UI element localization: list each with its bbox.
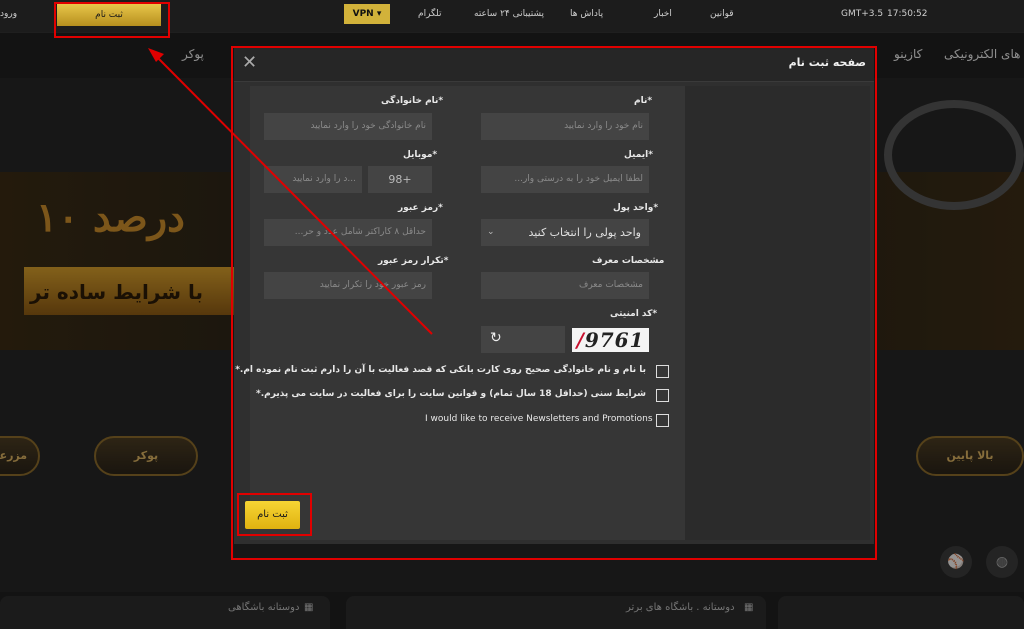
captcha-image: /9761 — [572, 328, 649, 352]
checkbox-age-rules-label: شرایط سنی (حداقل 18 سال تمام) و قوانین س… — [256, 389, 646, 399]
clock: 17:50:52 — [887, 9, 928, 19]
confirm-password-label: تکرار رمز عبور* — [378, 256, 449, 266]
currency-label: واحد پول* — [613, 203, 659, 213]
password-label: رمز عبور* — [398, 203, 443, 213]
confirm-password-input[interactable]: رمز عبور خود را تکرار نمایید — [264, 272, 432, 299]
email-input[interactable]: لطفا ایمیل خود را به درستی وار... — [481, 166, 649, 193]
support-link[interactable]: پشتیبانی ۲۴ ساعته — [474, 9, 544, 19]
first-name-label: نام* — [634, 96, 653, 106]
rules-link[interactable]: قوانین — [710, 9, 734, 19]
telegram-link[interactable]: تلگرام — [418, 9, 442, 19]
modal-title: صفحه ثبت نام — [788, 56, 866, 69]
mobile-label: موبایل* — [403, 150, 438, 160]
referrer-input[interactable]: مشخصات معرف — [481, 272, 649, 299]
register-button-top[interactable]: ثبت نام — [57, 4, 161, 26]
last-name-label: نام خانوادگی* — [381, 96, 444, 106]
refresh-icon[interactable]: ↻ — [490, 330, 502, 346]
checkbox-card-name-label: با نام و نام خانوادگی صحیح روی کارت بانک… — [235, 365, 646, 375]
first-name-input[interactable]: نام خود را وارد نمایید — [481, 113, 649, 140]
close-icon[interactable]: ✕ — [242, 52, 257, 73]
login-link[interactable]: ورود — [0, 9, 17, 19]
mobile-input[interactable]: ...د را وارد نمایید — [264, 166, 362, 193]
side-panel — [685, 86, 870, 540]
currency-select-value: واحد پولی را انتخاب کنید — [528, 226, 641, 239]
currency-select[interactable]: واحد پولی را انتخاب کنید ⌄ — [481, 219, 649, 246]
vpn-dropdown[interactable]: VPN ▾ — [344, 4, 390, 24]
top-bar: ورود ثبت نام VPN ▾ تلگرام پشتیبانی ۲۴ سا… — [0, 0, 1024, 32]
checkbox-newsletter-label: I would like to receive Newsletters and … — [425, 414, 653, 424]
checkbox-age-rules[interactable] — [656, 389, 669, 402]
referrer-label: مشخصات معرف — [592, 256, 665, 266]
modal-header: صفحه ثبت نام ✕ — [234, 46, 874, 82]
submit-register-button[interactable]: ثبت نام — [245, 501, 300, 529]
email-label: ایمیل* — [624, 150, 653, 160]
checkbox-newsletter[interactable] — [656, 414, 669, 427]
last-name-input[interactable]: نام خانوادگی خود را وارد نمایید — [264, 113, 432, 140]
captcha-label: کد امنیتی* — [610, 309, 658, 319]
mobile-code-input[interactable]: 98+ — [368, 166, 432, 193]
timezone: GMT+3.5 — [841, 9, 884, 19]
chevron-down-icon: ⌄ — [487, 227, 495, 237]
news-link[interactable]: اخبار — [654, 9, 672, 19]
password-input[interactable]: حداقل ۸ کاراکتر شامل عدد و حر... — [264, 219, 432, 246]
bonus-link[interactable]: پاداش ها — [570, 9, 603, 19]
checkbox-card-name[interactable] — [656, 365, 669, 378]
